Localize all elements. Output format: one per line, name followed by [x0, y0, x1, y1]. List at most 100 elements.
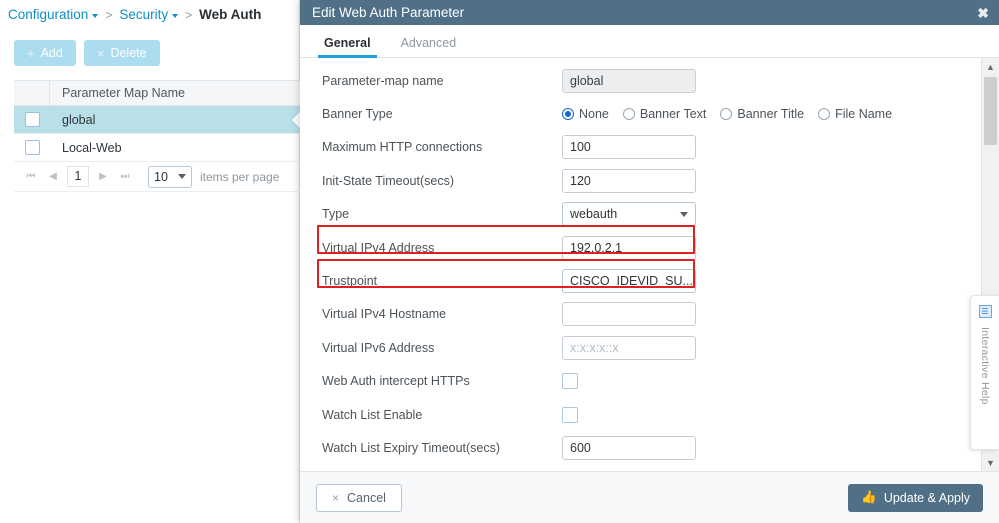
- scroll-up-icon[interactable]: ▲: [982, 58, 999, 75]
- web-auth-list-pane: Configuration > Security > Web Auth + Ad…: [0, 0, 301, 523]
- tab-advanced[interactable]: Advanced: [389, 36, 469, 57]
- first-page-icon[interactable]: ⏮: [20, 171, 42, 182]
- radio-banner-type-file-name[interactable]: File Name: [818, 107, 892, 121]
- radio-icon: [562, 108, 574, 121]
- radio-icon: [720, 108, 733, 121]
- row-checkbox-cell: [14, 140, 50, 155]
- radio-icon: [818, 108, 831, 121]
- label-parameter-map-name: Parameter-map name: [322, 73, 444, 88]
- breadcrumb-item-configuration[interactable]: Configuration: [8, 7, 88, 22]
- virtual-ipv4-hostname-input[interactable]: [562, 302, 696, 327]
- field-watch-list-expiry-timeout: Watch List Expiry Timeout(secs): [300, 431, 981, 464]
- next-page-icon[interactable]: ▶: [92, 171, 114, 182]
- page-size-value: 10: [154, 169, 168, 184]
- interactive-help-label: Interactive Help: [979, 327, 991, 405]
- cancel-button[interactable]: × Cancel: [316, 483, 402, 512]
- scrollbar-thumb[interactable]: [984, 77, 997, 145]
- watch-list-enable-checkbox[interactable]: [562, 406, 578, 423]
- dialog-tabs: General Advanced: [300, 25, 999, 58]
- update-and-apply-label: Update & Apply: [883, 490, 970, 505]
- label-banner-type: Banner Type: [322, 107, 393, 122]
- init-state-timeout-input[interactable]: [562, 168, 696, 193]
- parameter-map-table: Parameter Map Name global Local-Web ⏮ ◀ …: [14, 80, 301, 192]
- maximum-http-connections-input[interactable]: [562, 135, 696, 160]
- current-page-number[interactable]: 1: [67, 166, 89, 187]
- radio-banner-type-banner-text[interactable]: Banner Text: [622, 107, 707, 122]
- plus-icon: +: [27, 45, 35, 61]
- dialog-title: Edit Web Auth Parameter: [312, 5, 465, 20]
- page-size-select[interactable]: 10: [148, 165, 192, 188]
- cancel-button-label: Cancel: [347, 490, 386, 505]
- close-icon: ×: [332, 490, 340, 505]
- breadcrumb-current-page: Web Auth: [199, 7, 262, 22]
- label-type: Type: [322, 207, 350, 222]
- scroll-down-icon[interactable]: ▼: [982, 454, 999, 471]
- add-button[interactable]: + Add: [14, 40, 76, 66]
- tab-general[interactable]: General: [312, 36, 383, 58]
- label-trustpoint: Trustpoint: [322, 274, 378, 289]
- chevron-down-icon: [178, 174, 186, 179]
- screen: Configuration > Security > Web Auth + Ad…: [0, 0, 999, 523]
- interactive-help-tab[interactable]: ☰ Interactive Help: [970, 295, 999, 450]
- virtual-ipv6-address-input[interactable]: [562, 335, 696, 360]
- radio-icon: [622, 108, 635, 121]
- dialog-header: Edit Web Auth Parameter ✖: [300, 0, 999, 25]
- field-web-auth-intercept-https: Web Auth intercept HTTPs: [300, 365, 981, 398]
- parameter-map-name-input[interactable]: [562, 68, 696, 93]
- update-and-apply-button[interactable]: 👍 Update & Apply: [848, 483, 983, 512]
- field-virtual-ipv6-address: Virtual IPv6 Address: [300, 331, 981, 364]
- radio-banner-type-none[interactable]: None: [562, 107, 609, 121]
- chevron-down-icon: [692, 278, 695, 284]
- field-type: Type webauth: [300, 198, 981, 231]
- banner-type-radio-group: None Banner Text Banner Title File Name: [562, 107, 892, 121]
- dialog-body: Parameter-map name Banner Type None: [300, 58, 999, 471]
- breadcrumb-item-security[interactable]: Security: [119, 7, 168, 22]
- dialog-footer: × Cancel 👍 Update & Apply: [300, 471, 999, 523]
- row-checkbox[interactable]: [24, 140, 40, 155]
- chevron-down-icon: [680, 211, 688, 217]
- select-all-cell: [14, 81, 50, 105]
- table-row[interactable]: global: [14, 106, 301, 134]
- type-select[interactable]: webauth: [562, 202, 696, 227]
- row-checkbox[interactable]: [24, 112, 40, 127]
- field-parameter-map-name: Parameter-map name: [300, 64, 981, 97]
- type-select-value: webauth: [570, 207, 618, 222]
- thumbs-up-icon: 👍: [861, 490, 877, 504]
- radio-label: File Name: [835, 107, 893, 122]
- watch-list-expiry-timeout-input[interactable]: [562, 435, 696, 460]
- last-page-icon[interactable]: ⏭: [114, 171, 136, 182]
- trustpoint-select[interactable]: CISCO_IDEVID_SU...: [562, 269, 696, 294]
- breadcrumb-separator: >: [185, 7, 193, 22]
- add-button-label: Add: [40, 46, 63, 60]
- delete-button[interactable]: × Delete: [83, 40, 160, 66]
- breadcrumb: Configuration > Security > Web Auth: [8, 7, 261, 22]
- field-banner-type: Banner Type None Banner Text Banner Titl…: [300, 97, 981, 130]
- radio-banner-type-banner-title[interactable]: Banner Title: [720, 107, 804, 121]
- previous-page-icon[interactable]: ◀: [42, 171, 64, 182]
- radio-label: Banner Text: [639, 107, 707, 122]
- label-virtual-ipv4-address: Virtual IPv4 Address: [322, 240, 435, 255]
- close-icon[interactable]: ✖: [977, 6, 989, 20]
- list-toolbar: + Add × Delete: [14, 40, 160, 66]
- label-maximum-http-connections: Maximum HTTP connections: [322, 140, 483, 155]
- label-watch-list-expiry-timeout: Watch List Expiry Timeout(secs): [322, 440, 501, 455]
- table-row[interactable]: Local-Web: [14, 134, 300, 162]
- trustpoint-select-value: CISCO_IDEVID_SU...: [570, 274, 693, 289]
- radio-label: None: [579, 107, 609, 122]
- table-header-row: Parameter Map Name: [14, 80, 300, 106]
- label-web-auth-intercept-https: Web Auth intercept HTTPs: [322, 374, 470, 389]
- pagination: ⏮ ◀ 1 ▶ ⏭ 10 items per page: [14, 162, 300, 192]
- web-auth-intercept-https-checkbox[interactable]: [562, 373, 578, 390]
- chevron-down-icon[interactable]: [92, 13, 99, 18]
- field-watch-list-enable: Watch List Enable: [300, 398, 981, 431]
- close-icon: ×: [96, 45, 105, 61]
- virtual-ipv4-address-input[interactable]: [562, 235, 696, 260]
- field-maximum-http-connections: Maximum HTTP connections: [300, 131, 981, 164]
- field-init-state-timeout: Init-State Timeout(secs): [300, 164, 981, 197]
- label-init-state-timeout: Init-State Timeout(secs): [322, 173, 454, 188]
- items-per-page-label: items per page: [200, 169, 280, 184]
- label-watch-list-enable: Watch List Enable: [322, 407, 423, 422]
- chevron-down-icon[interactable]: [172, 13, 179, 18]
- delete-button-label: Delete: [110, 46, 147, 60]
- field-virtual-ipv4-hostname: Virtual IPv4 Hostname: [300, 298, 981, 331]
